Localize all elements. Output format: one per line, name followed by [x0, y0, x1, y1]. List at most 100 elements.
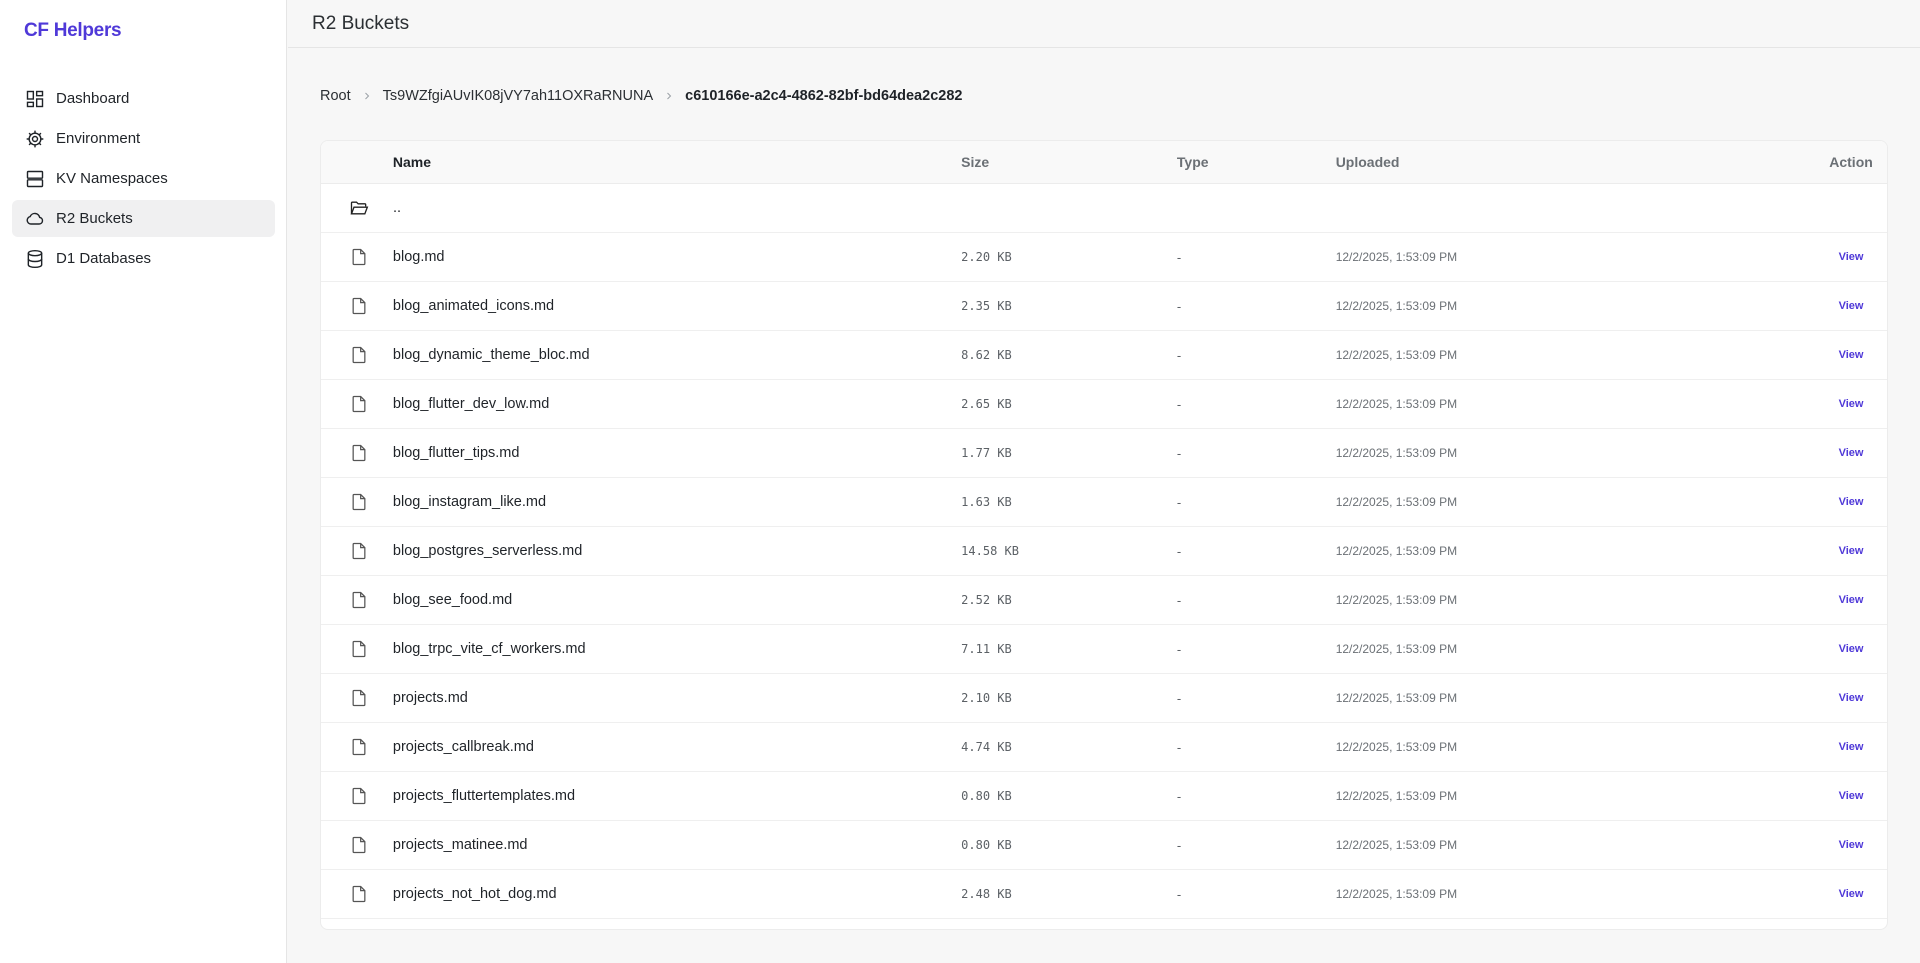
server-icon: [24, 168, 46, 190]
sidebar-item-environment[interactable]: Environment: [12, 120, 275, 157]
sidebar-nav: Dashboard Environment KV Namespaces R2 B…: [12, 80, 275, 280]
file-icon: [321, 590, 393, 610]
table-row[interactable]: projects_matinee.md 0.80 KB - 12/2/2025, 1:…: [321, 821, 1887, 870]
sidebar-item-label: KV Namespaces: [56, 170, 168, 187]
file-type: -: [1176, 690, 1182, 706]
file-size: 1.63 KB: [961, 495, 1012, 509]
breadcrumb-current: c610166e-a2c4-4862-82bf-bd64dea2c282: [685, 88, 963, 104]
view-button[interactable]: View: [1815, 790, 1887, 802]
view-button[interactable]: View: [1815, 839, 1887, 851]
table-row[interactable]: projects_callbreak.md 4.74 KB - 12/2/2025, …: [321, 723, 1887, 772]
view-button[interactable]: View: [1815, 594, 1887, 606]
view-button[interactable]: View: [1815, 692, 1887, 704]
file-icon: [321, 737, 393, 757]
view-button[interactable]: View: [1815, 545, 1887, 557]
file-name[interactable]: projects_callbreak.md: [393, 739, 961, 755]
file-size: 2.65 KB: [961, 397, 1012, 411]
view-button[interactable]: View: [1815, 643, 1887, 655]
file-uploaded: 12/2/2025, 1:53:09 PM: [1335, 691, 1458, 705]
file-name[interactable]: blog_animated_icons.md: [393, 298, 961, 314]
file-icon: [321, 296, 393, 316]
file-name[interactable]: projects_matinee.md: [393, 837, 961, 853]
sidebar-item-d1-databases[interactable]: D1 Databases: [12, 240, 275, 277]
table-row[interactable]: blog_dynamic_theme_bloc.md 8.62 KB - 12/2/2…: [321, 331, 1887, 380]
file-icon: [321, 394, 393, 414]
file-icon: [321, 884, 393, 904]
view-button[interactable]: View: [1815, 741, 1887, 753]
objects-table: Name Size Type Uploaded Action .. blog.m…: [320, 140, 1888, 930]
file-size: 7.11 KB: [961, 642, 1012, 656]
table-row[interactable]: blog_flutter_tips.md 1.77 KB - 12/2/2025, 1…: [321, 429, 1887, 478]
header-action: Action: [1829, 154, 1873, 170]
sidebar-item-r2-buckets[interactable]: R2 Buckets: [12, 200, 275, 237]
file-name[interactable]: blog.md: [393, 249, 961, 265]
brand-logo[interactable]: CF Helpers: [24, 20, 122, 42]
file-size: 0.80 KB: [961, 789, 1012, 803]
file-uploaded: 12/2/2025, 1:53:09 PM: [1335, 397, 1458, 411]
table-row[interactable]: blog_postgres_serverless.md 14.58 KB - 12/2…: [321, 527, 1887, 576]
file-icon: [321, 247, 393, 267]
chevron-right-icon: [663, 90, 675, 102]
file-name[interactable]: blog_see_food.md: [393, 592, 961, 608]
sidebar-item-label: Dashboard: [56, 90, 130, 107]
sidebar-item-label: R2 Buckets: [56, 210, 133, 227]
file-name[interactable]: blog_instagram_like.md: [393, 494, 961, 510]
view-button[interactable]: View: [1815, 888, 1887, 900]
file-uploaded: 12/2/2025, 1:53:09 PM: [1335, 838, 1458, 852]
file-name[interactable]: blog_postgres_serverless.md: [393, 543, 961, 559]
file-name[interactable]: projects.md: [393, 690, 961, 706]
file-size: 2.20 KB: [961, 250, 1012, 264]
file-icon: [321, 443, 393, 463]
file-icon: [321, 541, 393, 561]
table-row[interactable]: projects_not_hot_dog.md 2.48 KB - 12/2/2025…: [321, 870, 1887, 919]
file-type: -: [1176, 641, 1182, 657]
table-row[interactable]: blog_flutter_dev_low.md 2.65 KB - 12/2/2025…: [321, 380, 1887, 429]
file-icon: [321, 688, 393, 708]
file-size: 0.80 KB: [961, 838, 1012, 852]
file-size: 14.58 KB: [961, 544, 1019, 558]
file-uploaded: 12/2/2025, 1:53:09 PM: [1335, 593, 1458, 607]
view-button[interactable]: View: [1815, 251, 1887, 263]
table-row[interactable]: blog_trpc_vite_cf_workers.md 7.11 KB - 12/2…: [321, 625, 1887, 674]
view-button[interactable]: View: [1815, 447, 1887, 459]
table-row[interactable]: blog.md 2.20 KB - 12/2/2025, 1:53:09 PM View: [321, 233, 1887, 282]
database-icon: [24, 248, 46, 270]
cloud-icon: [24, 208, 46, 230]
table-row[interactable]: blog_see_food.md 2.52 KB - 12/2/2025, 1:53:…: [321, 576, 1887, 625]
table-row[interactable]: blog_instagram_like.md 1.63 KB - 12/2/2025,…: [321, 478, 1887, 527]
table-row[interactable]: projects_fluttertemplates.md 0.80 KB - 12/2…: [321, 772, 1887, 821]
table-row[interactable]: blog_animated_icons.md 2.35 KB - 12/2/2025,…: [321, 282, 1887, 331]
file-size: 4.74 KB: [961, 740, 1012, 754]
file-icon: [321, 639, 393, 659]
view-button[interactable]: View: [1815, 300, 1887, 312]
header-name: Name: [392, 154, 432, 170]
file-name[interactable]: blog_trpc_vite_cf_workers.md: [393, 641, 961, 657]
file-name[interactable]: projects_fluttertemplates.md: [393, 788, 961, 804]
table-row[interactable]: projects.md 2.10 KB - 12/2/2025, 1:53:09 PM…: [321, 674, 1887, 723]
sidebar: CF Helpers Dashboard Environment KV Name…: [0, 0, 287, 963]
file-icon: [321, 835, 393, 855]
file-name[interactable]: blog_flutter_dev_low.md: [393, 396, 961, 412]
breadcrumb-bucket[interactable]: Ts9WZfgiAUvIK08jVY7ah11OXRaRNUNA: [383, 88, 654, 104]
parent-directory-row[interactable]: ..: [321, 184, 1887, 233]
view-button[interactable]: View: [1815, 496, 1887, 508]
header-uploaded: Uploaded: [1335, 154, 1400, 170]
file-uploaded: 12/2/2025, 1:53:09 PM: [1335, 495, 1458, 509]
file-uploaded: 12/2/2025, 1:53:09 PM: [1335, 446, 1458, 460]
view-button[interactable]: View: [1815, 398, 1887, 410]
sidebar-item-kv-namespaces[interactable]: KV Namespaces: [12, 160, 275, 197]
file-icon: [321, 492, 393, 512]
file-name[interactable]: projects_not_hot_dog.md: [393, 886, 961, 902]
file-name[interactable]: blog_flutter_tips.md: [393, 445, 961, 461]
breadcrumb-root[interactable]: Root: [320, 88, 351, 104]
table-header: Name Size Type Uploaded Action: [321, 141, 1887, 184]
file-type: -: [1176, 445, 1182, 461]
file-size: 1.77 KB: [961, 446, 1012, 460]
view-button[interactable]: View: [1815, 349, 1887, 361]
sidebar-item-dashboard[interactable]: Dashboard: [12, 80, 275, 117]
file-type: -: [1176, 396, 1182, 412]
file-icon: [321, 345, 393, 365]
file-type: -: [1176, 886, 1182, 902]
file-icon: [321, 786, 393, 806]
file-name[interactable]: blog_dynamic_theme_bloc.md: [393, 347, 961, 363]
